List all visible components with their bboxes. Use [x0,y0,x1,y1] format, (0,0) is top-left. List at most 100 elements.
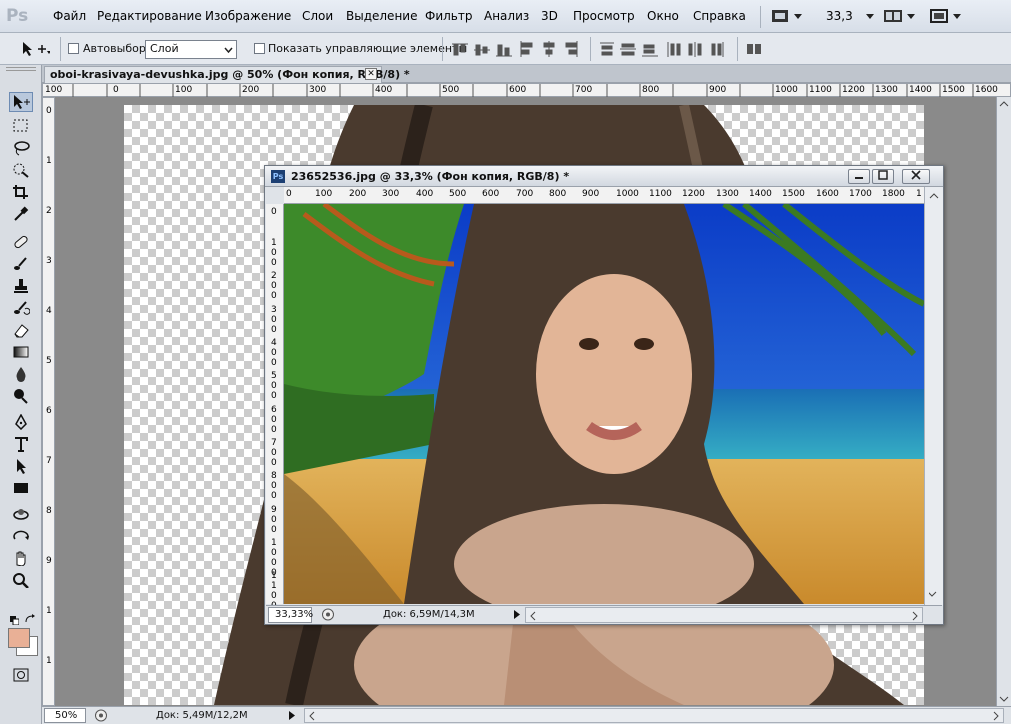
move-tool[interactable] [9,92,33,112]
scroll-up-icon [929,193,939,199]
menu-image[interactable]: Изображение [205,9,291,23]
close-button[interactable] [902,169,930,184]
menu-analysis[interactable]: Анализ [484,9,529,23]
eraser-tool[interactable] [9,320,33,340]
swap-colors-icon[interactable] [24,613,36,623]
default-colors-icon[interactable] [10,614,20,626]
close-icon [911,170,921,180]
marquee-tool[interactable] [9,116,33,136]
ruler-label: 700 [271,438,277,468]
document-tab[interactable]: oboi-krasivaya-devushka.jpg @ 50% (Фон к… [44,66,410,83]
horizontal-scrollbar[interactable] [525,607,923,623]
menu-edit[interactable]: Редактирование [97,9,202,23]
maximize-button[interactable] [872,169,894,184]
healing-brush-tool[interactable] [9,232,33,252]
vertical-scrollbar[interactable] [996,97,1011,706]
menu-filter[interactable]: Фильтр [425,9,472,23]
crop-tool[interactable] [9,182,33,202]
arrange-documents-button[interactable] [882,7,918,25]
menu-help[interactable]: Справка [693,9,746,23]
screen-layout-button[interactable] [928,7,964,25]
minimize-button[interactable] [848,169,870,184]
ruler-label: 6 [46,406,52,416]
floating-document-window[interactable]: Ps 23652536.jpg @ 33,3% (Фон копия, RGB/… [264,165,944,625]
zoom-dropdown-icon[interactable] [864,7,876,25]
ruler-label: 600 [509,85,527,95]
show-controls-checkbox[interactable] [254,43,265,54]
hand-icon [16,551,26,566]
minimize-icon [855,177,863,179]
align-buttons-icon[interactable] [452,41,592,59]
distribute-buttons-icon[interactable] [598,41,730,59]
menu-file[interactable]: Файл [53,9,86,23]
zoom-field[interactable]: 50% [44,708,86,723]
3d-orbit-tool[interactable] [9,526,33,546]
3d-orbit-icon [13,530,29,540]
toolbox-grip[interactable] [6,67,36,71]
clone-stamp-tool[interactable] [9,276,33,296]
autoselect-checkbox[interactable] [68,43,79,54]
ruler-label: 500 [271,371,277,401]
ruler-label: 1400 [909,85,932,95]
shape-tool[interactable] [9,478,33,498]
status-info-icon[interactable] [321,608,335,621]
3d-rotate-tool[interactable] [9,504,33,524]
window-titlebar[interactable]: Ps 23652536.jpg @ 33,3% (Фон копия, RGB/… [265,166,943,187]
path-select-icon [17,459,26,474]
gradient-icon [13,346,29,358]
scroll-left-icon [530,611,536,621]
ruler-label: 9 [46,556,52,566]
history-brush-tool[interactable] [9,298,33,318]
eyedropper-tool[interactable] [9,204,33,224]
horizontal-ruler: 100 0 100 200 300 400 500 600 700 800 90… [42,83,1011,98]
ruler-label: 7 [46,456,52,466]
path-selection-tool[interactable] [9,456,33,476]
tab-close-icon[interactable]: ✕ [365,68,377,80]
ruler-label: 700 [575,85,593,95]
quick-selection-tool[interactable] [9,160,33,180]
menu-3d[interactable]: 3D [541,9,558,23]
autoselect-label: Автовыбор: [83,42,150,55]
menu-layers[interactable]: Слои [302,9,333,23]
screen-mode-button[interactable] [770,7,806,25]
brush-tool[interactable] [9,254,33,274]
document-tab-bar: oboi-krasivaya-devushka.jpg @ 50% (Фон к… [42,65,1011,83]
scroll-down-icon [999,696,1009,702]
type-tool[interactable] [9,434,33,454]
horizontal-scrollbar[interactable] [304,708,1004,723]
vertical-scrollbar[interactable] [924,187,943,605]
dodge-tool[interactable] [9,386,33,406]
autoselect-dropdown[interactable]: Слой [145,40,237,59]
foreground-color-swatch[interactable] [8,628,30,648]
zoom-tool[interactable] [9,570,33,590]
scroll-down-icon [929,591,937,597]
quick-mask-button[interactable] [9,665,33,685]
zoom-field[interactable]: 33,33% [268,607,313,623]
status-info-icon[interactable] [94,709,108,722]
document-tab-title: oboi-krasivaya-devushka.jpg @ 50% (Фон к… [50,68,410,81]
lasso-tool[interactable] [9,138,33,158]
status-menu-arrow-icon[interactable] [511,608,523,621]
ruler-label: 200 [271,271,277,301]
gradient-tool[interactable] [9,342,33,362]
lasso-icon [14,141,30,156]
ruler-label: 100 [175,85,193,95]
ruler-label: 1300 [716,189,739,199]
show-controls-label: Показать управляющие элементы [268,42,468,55]
blur-tool[interactable] [9,364,33,384]
scroll-up-icon [999,101,1009,107]
auto-align-icon[interactable] [745,41,763,59]
menu-view[interactable]: Просмотр [573,9,635,23]
hand-tool[interactable] [9,548,33,568]
ruler-label: 500 [449,189,467,199]
ruler-label: 800 [549,189,567,199]
pen-tool[interactable] [9,412,33,432]
menu-window[interactable]: Окно [647,9,679,23]
zoom-level[interactable]: 33,3 [826,9,853,23]
ruler-label: 1 [916,189,922,199]
menu-select[interactable]: Выделение [346,9,417,23]
move-tool-preset[interactable] [20,39,51,59]
menu-separator [760,6,761,28]
ruler-label: 1 [46,656,52,666]
status-menu-arrow-icon[interactable] [286,709,298,722]
